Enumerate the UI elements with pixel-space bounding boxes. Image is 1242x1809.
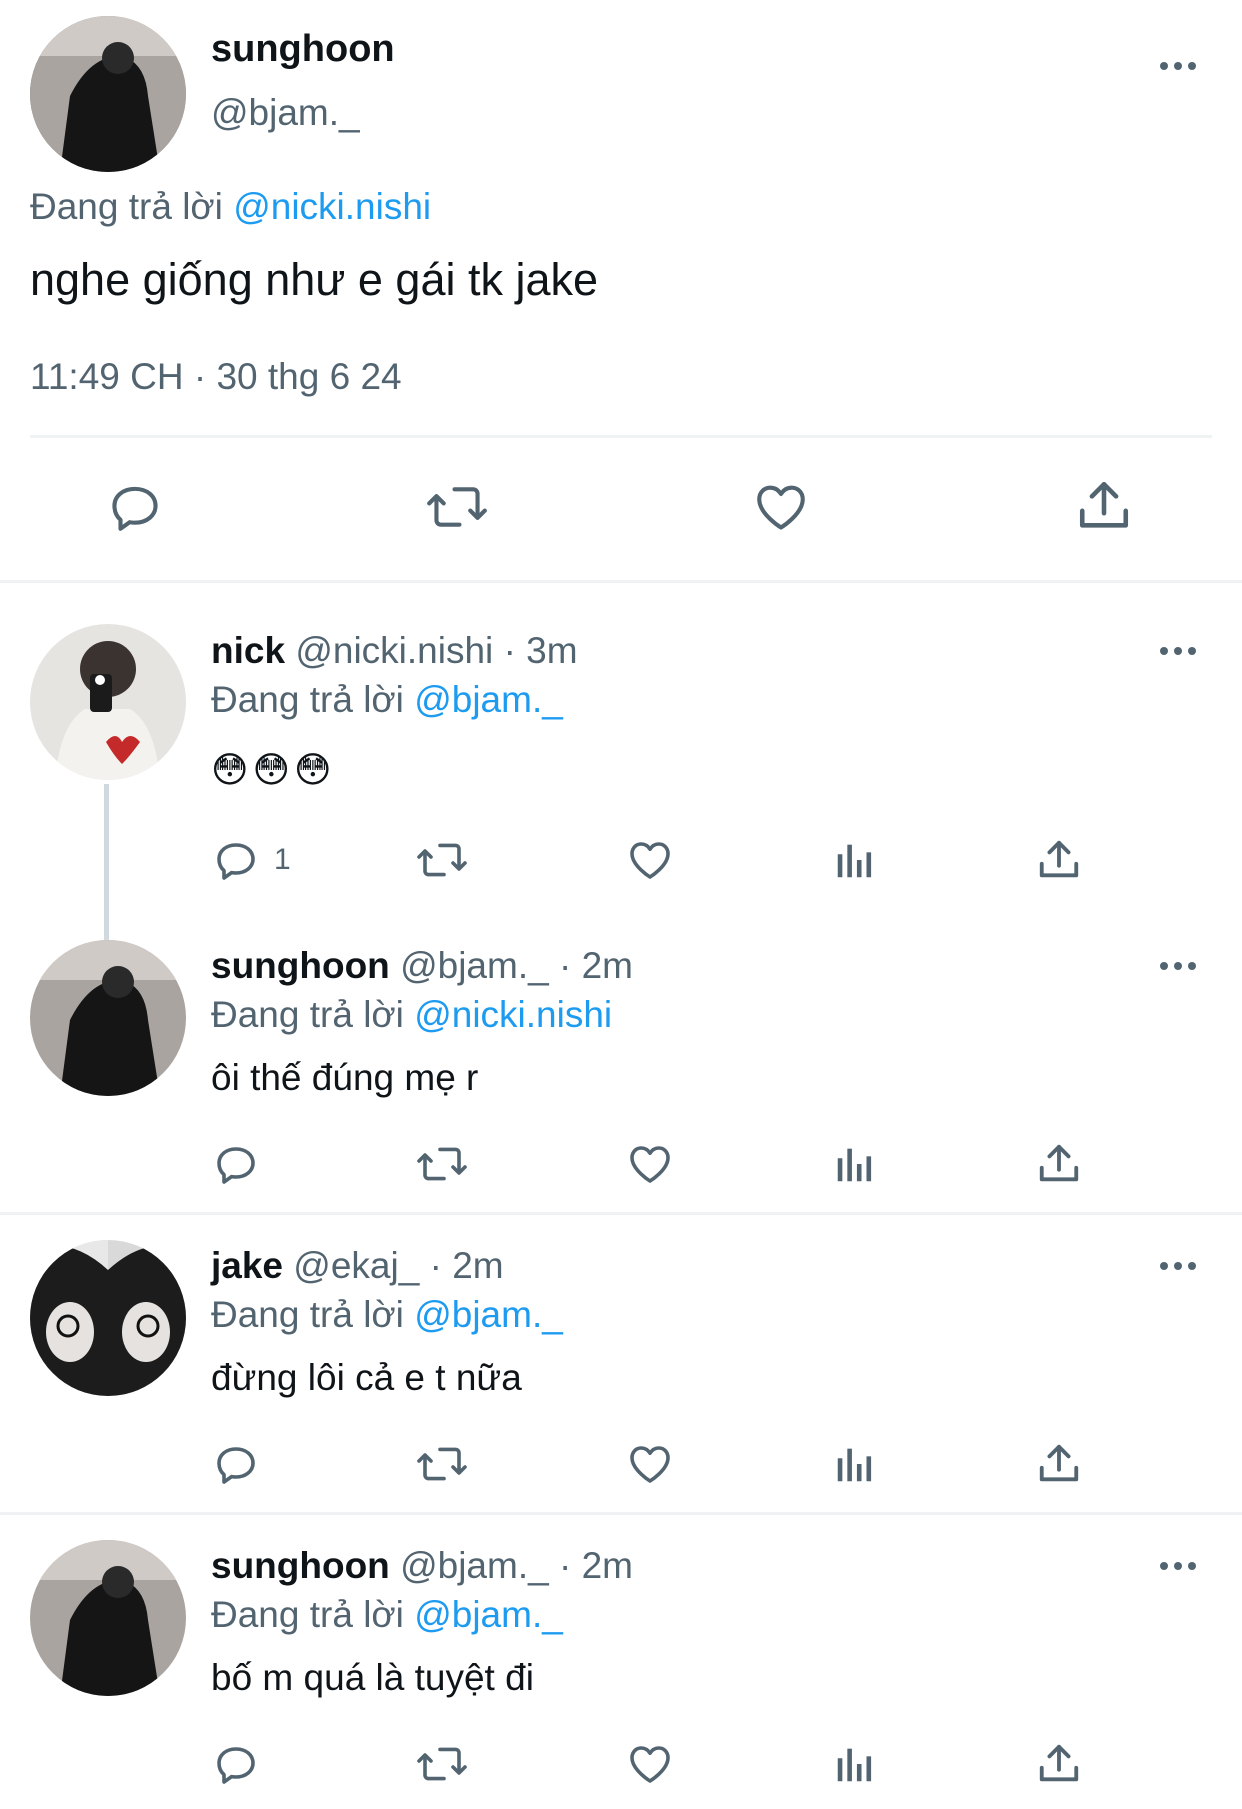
replying-to: Đang trả lời @bjam._: [211, 1594, 563, 1636]
reply-icon[interactable]: [212, 1140, 260, 1188]
avatar-sunghoon[interactable]: [30, 16, 186, 172]
reply-icon[interactable]: [106, 478, 164, 536]
analytics-icon[interactable]: [832, 1740, 878, 1788]
share-icon[interactable]: [1075, 476, 1133, 536]
like-icon[interactable]: [625, 836, 675, 884]
reply-header: sunghoon @bjam._ · 2m: [211, 945, 633, 987]
thread-line: [104, 784, 109, 940]
like-icon[interactable]: [625, 1140, 675, 1188]
share-icon[interactable]: [1036, 1140, 1082, 1188]
avatar-jake[interactable]: [30, 1240, 186, 1396]
replying-to: Đang trả lời @nicki.nishi: [30, 186, 431, 228]
replying-to-label: Đang trả lời: [211, 679, 404, 720]
avatar-sunghoon[interactable]: [30, 1540, 186, 1696]
reply-author-handle: @bjam._: [400, 945, 549, 986]
like-icon[interactable]: [751, 478, 811, 536]
replying-to-link[interactable]: @bjam._: [414, 1294, 563, 1335]
reply-time: · 2m: [558, 945, 633, 986]
section-divider: [0, 1212, 1242, 1215]
reply-author-name: sunghoon: [211, 945, 390, 986]
replying-to-link[interactable]: @bjam._: [414, 679, 563, 720]
section-divider: [0, 580, 1242, 583]
author-name: sunghoon: [211, 28, 395, 70]
share-icon[interactable]: [1036, 836, 1082, 884]
reply-icon[interactable]: [212, 1740, 260, 1788]
replying-to: Đang trả lời @nicki.nishi: [211, 994, 612, 1036]
reply-header: nick @nicki.nishi · 3m: [211, 630, 578, 672]
retweet-icon[interactable]: [425, 478, 489, 536]
reply-header: sunghoon @bjam._ · 2m: [211, 1545, 633, 1587]
retweet-icon[interactable]: [415, 836, 469, 884]
replying-to-label: Đang trả lời: [30, 186, 223, 227]
avatar-sunghoon[interactable]: [30, 940, 186, 1096]
reply-count: 1: [274, 843, 291, 876]
retweet-icon[interactable]: [415, 1740, 469, 1788]
more-options-icon[interactable]: [1160, 962, 1196, 970]
analytics-icon[interactable]: [832, 1440, 878, 1488]
section-divider: [0, 1512, 1242, 1515]
author-handle: @bjam._: [211, 92, 360, 133]
tweet-text: nghe giống như e gái tk jake: [30, 254, 599, 305]
replying-to-link[interactable]: @nicki.nishi: [233, 186, 431, 227]
share-icon[interactable]: [1036, 1740, 1082, 1788]
reply-text: 😳😳😳: [211, 749, 336, 790]
reply-author-name: sunghoon: [211, 1545, 390, 1586]
retweet-icon[interactable]: [415, 1440, 469, 1488]
reply-author-handle: @nicki.nishi: [295, 630, 494, 671]
replying-to: Đang trả lời @bjam._: [211, 679, 563, 721]
retweet-icon[interactable]: [415, 1140, 469, 1188]
reply-time: · 2m: [429, 1245, 504, 1286]
more-options-icon[interactable]: [1160, 647, 1196, 655]
more-options-icon[interactable]: [1160, 62, 1196, 70]
analytics-icon[interactable]: [832, 836, 878, 884]
reply-icon[interactable]: 1: [212, 836, 291, 884]
replying-to-link[interactable]: @nicki.nishi: [414, 994, 612, 1035]
replying-to-label: Đang trả lời: [211, 994, 404, 1035]
like-icon[interactable]: [625, 1740, 675, 1788]
tweet-timestamp: 11:49 CH · 30 thg 6 24: [30, 356, 402, 397]
replying-to-link[interactable]: @bjam._: [414, 1594, 563, 1635]
reply-time: · 3m: [503, 630, 578, 671]
analytics-icon[interactable]: [832, 1140, 878, 1188]
reply-header: jake @ekaj_ · 2m: [211, 1245, 504, 1287]
reply-author-name: jake: [211, 1245, 284, 1286]
reply-text: ôi thế đúng mẹ r: [211, 1057, 479, 1098]
avatar-nick[interactable]: [30, 624, 186, 780]
more-options-icon[interactable]: [1160, 1262, 1196, 1270]
reply-time: · 2m: [558, 1545, 633, 1586]
share-icon[interactable]: [1036, 1440, 1082, 1488]
stats-divider: [30, 435, 1212, 438]
reply-text: đừng lôi cả e t nữa: [211, 1357, 522, 1398]
more-options-icon[interactable]: [1160, 1562, 1196, 1570]
replying-to: Đang trả lời @bjam._: [211, 1294, 563, 1336]
reply-text: bố m quá là tuyệt đi: [211, 1657, 534, 1698]
reply-icon[interactable]: [212, 1440, 260, 1488]
reply-author-handle: @ekaj_: [293, 1245, 420, 1286]
reply-author-name: nick: [211, 630, 286, 671]
replying-to-label: Đang trả lời: [211, 1294, 404, 1335]
reply-author-handle: @bjam._: [400, 1545, 549, 1586]
like-icon[interactable]: [625, 1440, 675, 1488]
replying-to-label: Đang trả lời: [211, 1594, 404, 1635]
